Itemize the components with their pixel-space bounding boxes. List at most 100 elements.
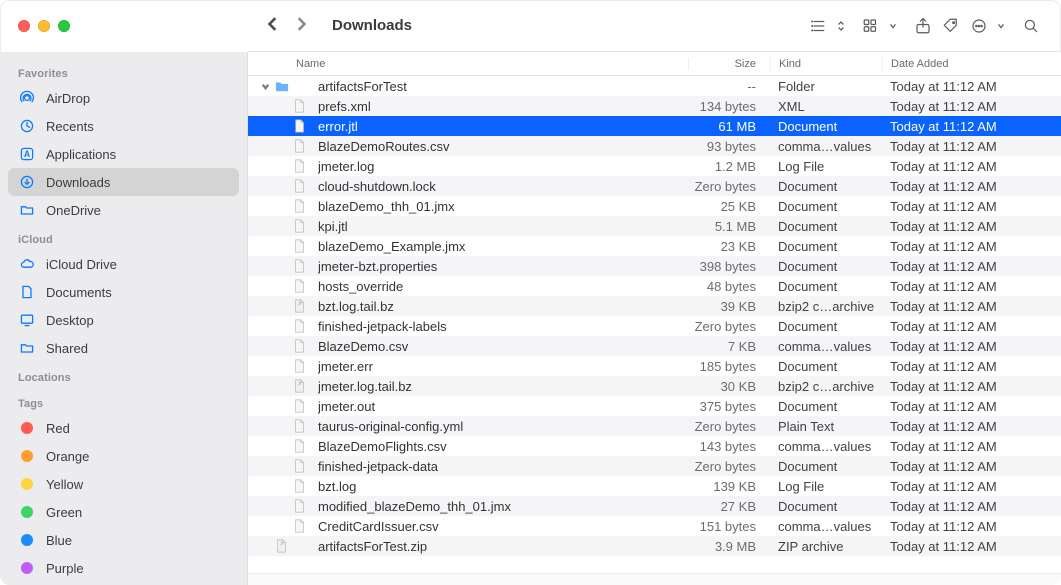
file-kind: Document [770, 499, 882, 514]
finder-window: Downloads [0, 0, 1061, 585]
file-kind: Document [770, 399, 882, 414]
sidebar-item-icloud-drive[interactable]: iCloud Drive [8, 250, 239, 278]
tag-label: Purple [46, 561, 84, 576]
column-kind[interactable]: Kind [770, 58, 882, 70]
close-window-button[interactable] [18, 20, 30, 32]
tag-purple[interactable]: Purple [8, 554, 239, 582]
file-name: artifactsForTest [318, 79, 688, 94]
sidebar-item-label: AirDrop [46, 91, 90, 106]
chevron-down-icon[interactable] [887, 12, 899, 40]
column-size[interactable]: Size [688, 58, 770, 70]
file-row[interactable]: jmeter.out 375 bytes Document Today at 1… [248, 396, 1061, 416]
file-row[interactable]: finished-jetpack-data Zero bytes Documen… [248, 456, 1061, 476]
file-row[interactable]: jmeter.err 185 bytes Document Today at 1… [248, 356, 1061, 376]
forward-button[interactable] [294, 17, 308, 34]
file-name: jmeter.err [318, 359, 688, 374]
file-row[interactable]: BlazeDemoRoutes.csv 93 bytes comma…value… [248, 136, 1061, 156]
back-button[interactable] [266, 17, 280, 34]
file-row[interactable]: kpi.jtl 5.1 MB Document Today at 11:12 A… [248, 216, 1061, 236]
file-kind: comma…values [770, 339, 882, 354]
file-date: Today at 11:12 AM [882, 239, 1061, 254]
tag-green[interactable]: Green [8, 498, 239, 526]
tag-label: Green [46, 505, 82, 520]
tag-yellow[interactable]: Yellow [8, 470, 239, 498]
file-row[interactable]: prefs.xml 134 bytes XML Today at 11:12 A… [248, 96, 1061, 116]
file-row[interactable]: error.jtl 61 MB Document Today at 11:12 … [248, 116, 1061, 136]
file-row[interactable]: artifactsForTest.zip 3.9 MB ZIP archive … [248, 536, 1061, 556]
view-updown-icon[interactable] [835, 12, 847, 40]
chevron-down-icon[interactable] [995, 12, 1007, 40]
tag-red[interactable]: Red [8, 414, 239, 442]
sidebar-item-recents[interactable]: Recents [8, 112, 239, 140]
file-row[interactable]: BlazeDemoFlights.csv 143 bytes comma…val… [248, 436, 1061, 456]
group-by-button[interactable] [857, 12, 885, 40]
file-name: jmeter.out [318, 399, 688, 414]
file-row[interactable]: blazeDemo_thh_01.jmx 25 KB Document Toda… [248, 196, 1061, 216]
sidebar-item-shared[interactable]: Shared [8, 334, 239, 362]
tag-dot-icon [21, 422, 33, 434]
sidebar-item-label: OneDrive [46, 203, 101, 218]
doc-icon [292, 98, 308, 114]
sidebar-item-downloads[interactable]: Downloads [8, 168, 239, 196]
column-date[interactable]: Date Added [882, 58, 1061, 70]
sidebar-item-label: Desktop [46, 313, 94, 328]
file-name: BlazeDemoRoutes.csv [318, 139, 688, 154]
share-button[interactable] [909, 12, 937, 40]
column-name[interactable]: Name [288, 58, 688, 70]
file-row[interactable]: artifactsForTest -- Folder Today at 11:1… [248, 76, 1061, 96]
column-headers[interactable]: Name Size Kind Date Added [248, 52, 1061, 76]
file-kind: Document [770, 219, 882, 234]
tag-orange[interactable]: Orange [8, 442, 239, 470]
toolbar: Downloads [248, 0, 1061, 52]
sidebar-item-airdrop[interactable]: AirDrop [8, 84, 239, 112]
file-rows[interactable]: artifactsForTest -- Folder Today at 11:1… [248, 76, 1061, 573]
sidebar-item-documents[interactable]: Documents [8, 278, 239, 306]
file-row[interactable]: BlazeDemo.csv 7 KB comma…values Today at… [248, 336, 1061, 356]
file-date: Today at 11:12 AM [882, 179, 1061, 194]
file-date: Today at 11:12 AM [882, 479, 1061, 494]
file-name: modified_blazeDemo_thh_01.jmx [318, 499, 688, 514]
file-name: finished-jetpack-data [318, 459, 688, 474]
file-size: 398 bytes [688, 259, 770, 274]
file-date: Today at 11:12 AM [882, 279, 1061, 294]
sidebar-item-onedrive[interactable]: OneDrive [8, 196, 239, 224]
view-list-button[interactable] [805, 12, 833, 40]
file-row[interactable]: jmeter.log 1.2 MB Log File Today at 11:1… [248, 156, 1061, 176]
file-size: 143 bytes [688, 439, 770, 454]
sidebar-item-applications[interactable]: AApplications [8, 140, 239, 168]
file-row[interactable]: bzt.log.tail.bz 39 KB bzip2 c…archive To… [248, 296, 1061, 316]
doc-icon [292, 118, 308, 134]
file-kind: Folder [770, 79, 882, 94]
file-date: Today at 11:12 AM [882, 539, 1061, 554]
disclosure-triangle-icon[interactable] [258, 79, 272, 94]
sidebar-item-desktop[interactable]: Desktop [8, 306, 239, 334]
file-row[interactable]: hosts_override 48 bytes Document Today a… [248, 276, 1061, 296]
file-row[interactable]: blazeDemo_Example.jmx 23 KB Document Tod… [248, 236, 1061, 256]
doc-icon [292, 478, 308, 494]
zoom-window-button[interactable] [58, 20, 70, 32]
doc-icon [292, 398, 308, 414]
action-menu-button[interactable] [965, 12, 993, 40]
file-row[interactable]: jmeter-bzt.properties 398 bytes Document… [248, 256, 1061, 276]
file-row[interactable]: taurus-original-config.yml Zero bytes Pl… [248, 416, 1061, 436]
file-size: Zero bytes [688, 459, 770, 474]
tag-dot-icon [21, 478, 33, 490]
tags-button[interactable] [937, 12, 965, 40]
horizontal-scrollbar[interactable] [248, 573, 1061, 585]
file-size: 93 bytes [688, 139, 770, 154]
file-row[interactable]: cloud-shutdown.lock Zero bytes Document … [248, 176, 1061, 196]
file-row[interactable]: jmeter.log.tail.bz 30 KB bzip2 c…archive… [248, 376, 1061, 396]
file-row[interactable]: CreditCardIssuer.csv 151 bytes comma…val… [248, 516, 1061, 536]
file-date: Today at 11:12 AM [882, 259, 1061, 274]
tag-blue[interactable]: Blue [8, 526, 239, 554]
file-row[interactable]: finished-jetpack-labels Zero bytes Docum… [248, 316, 1061, 336]
zip-icon [292, 378, 308, 394]
file-row[interactable]: modified_blazeDemo_thh_01.jmx 27 KB Docu… [248, 496, 1061, 516]
minimize-window-button[interactable] [38, 20, 50, 32]
file-kind: Log File [770, 479, 882, 494]
file-size: 134 bytes [688, 99, 770, 114]
search-button[interactable] [1017, 12, 1045, 40]
svg-text:A: A [24, 149, 31, 159]
doc-icon [292, 358, 308, 374]
file-row[interactable]: bzt.log 139 KB Log File Today at 11:12 A… [248, 476, 1061, 496]
